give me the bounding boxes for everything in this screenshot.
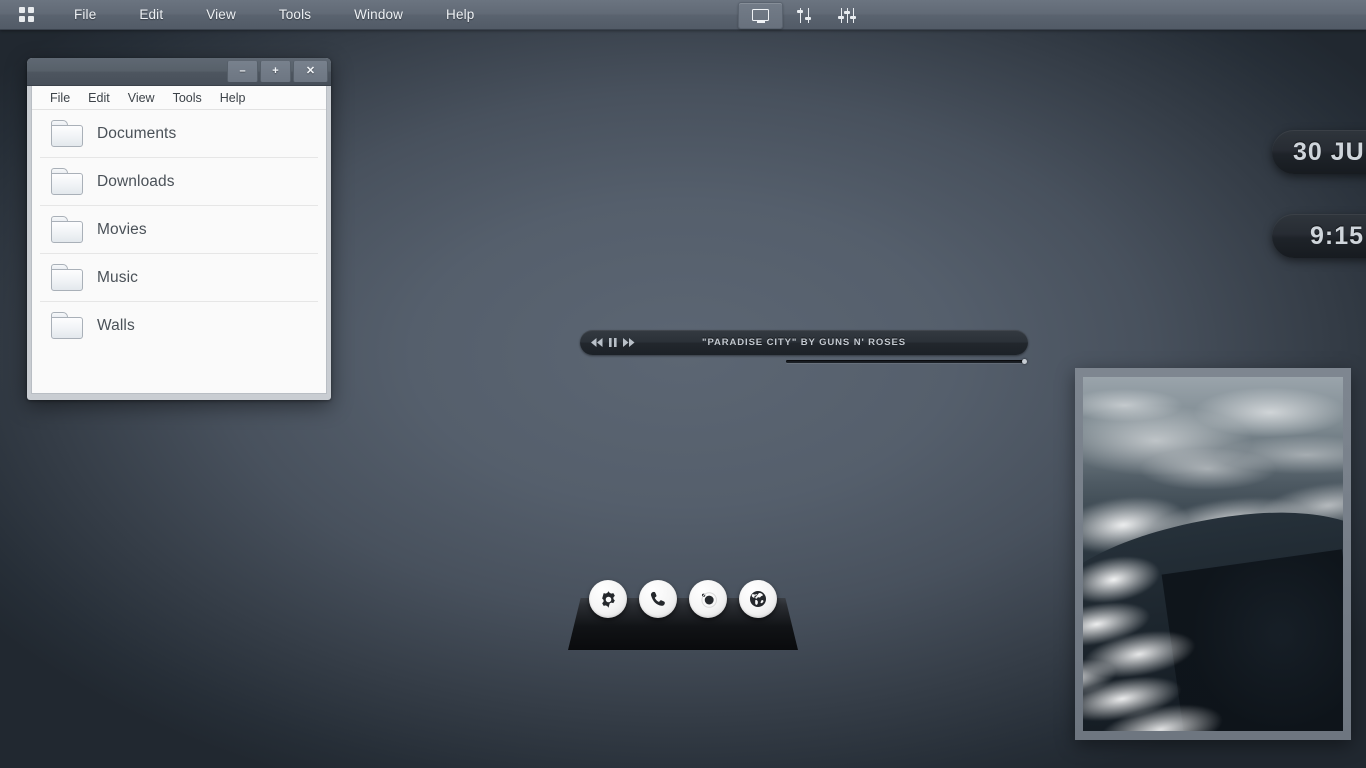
window-controls: – + ✕ — [226, 58, 329, 85]
menubar-item-help[interactable]: Help — [437, 3, 483, 26]
minimize-button[interactable]: – — [227, 61, 258, 82]
globe-icon[interactable] — [739, 580, 777, 618]
window-menu-file[interactable]: File — [42, 89, 78, 107]
window-menu-view[interactable]: View — [120, 89, 163, 107]
ocean-wave-photo — [1083, 377, 1343, 731]
audio-mixer-button[interactable] — [783, 3, 826, 28]
phone-icon[interactable] — [639, 580, 677, 618]
folder-label: Music — [97, 268, 138, 286]
file-manager-window[interactable]: – + ✕ File Edit View Tools Help Document… — [27, 58, 331, 400]
monitor-icon — [752, 8, 769, 23]
menubar-item-view[interactable]: View — [197, 3, 245, 26]
list-item[interactable]: Walls — [40, 302, 318, 349]
window-menu-edit[interactable]: Edit — [80, 89, 118, 107]
music-player-widget: "PARADISE CITY" BY GUNS N' ROSES — [580, 330, 1028, 364]
player-controls — [591, 338, 635, 347]
list-item[interactable]: Movies — [40, 206, 318, 254]
folder-icon — [51, 120, 83, 147]
list-item[interactable]: Downloads — [40, 158, 318, 206]
gear-icon[interactable] — [589, 580, 627, 618]
now-playing-label: "PARADISE CITY" BY GUNS N' ROSES — [702, 337, 906, 348]
menubar-items: File Edit View Tools Window Help — [65, 3, 483, 26]
seek-track — [786, 360, 1027, 363]
sliders-up-icon — [837, 8, 857, 23]
window-body: File Edit View Tools Help Documents Down… — [31, 86, 327, 394]
folder-icon — [51, 168, 83, 195]
grid-cell — [28, 6, 34, 13]
pause-icon[interactable] — [609, 338, 617, 347]
menubar-item-window[interactable]: Window — [345, 3, 412, 26]
folder-label: Movies — [97, 220, 147, 238]
seek-slider[interactable] — [786, 358, 1027, 365]
equalizer-button[interactable] — [826, 3, 869, 28]
folder-label: Downloads — [97, 172, 175, 190]
sliders-down-icon — [796, 8, 814, 23]
maximize-button[interactable]: + — [260, 61, 291, 82]
photo-frame-widget[interactable] — [1075, 368, 1351, 740]
display-toggle-button[interactable] — [738, 2, 783, 29]
list-item[interactable]: Music — [40, 254, 318, 302]
folder-label: Documents — [97, 124, 177, 142]
seek-handle[interactable] — [1022, 359, 1027, 364]
monitor-screen — [752, 8, 769, 21]
folder-list: Documents Downloads Movies Music Walls — [32, 110, 326, 349]
fast-forward-icon[interactable] — [623, 338, 635, 347]
menubar-item-file[interactable]: File — [65, 3, 105, 26]
menubar-tray — [738, 2, 869, 29]
list-item[interactable]: Documents — [40, 110, 318, 158]
folder-icon — [51, 312, 83, 339]
close-button[interactable]: ✕ — [293, 61, 328, 82]
folder-icon — [51, 264, 83, 291]
date-widget[interactable]: 30 JUL — [1272, 130, 1366, 174]
window-titlebar[interactable]: – + ✕ — [27, 58, 331, 86]
grid-cell — [19, 6, 25, 13]
monitor-stand — [756, 20, 765, 23]
grid-cell — [19, 15, 25, 22]
clock-widget[interactable]: 9:15 — [1272, 214, 1366, 258]
date-label: 30 JUL — [1293, 137, 1366, 166]
top-menubar: File Edit View Tools Window Help — [0, 0, 1366, 30]
player-bar: "PARADISE CITY" BY GUNS N' ROSES — [580, 330, 1028, 355]
rewind-icon[interactable] — [591, 338, 603, 347]
window-menubar: File Edit View Tools Help — [32, 86, 326, 110]
menubar-item-tools[interactable]: Tools — [270, 3, 320, 26]
time-label: 9:15 — [1309, 221, 1365, 250]
window-menu-help[interactable]: Help — [212, 89, 254, 107]
folder-icon — [51, 216, 83, 243]
grid-cell — [28, 15, 34, 22]
menubar-item-edit[interactable]: Edit — [130, 3, 172, 26]
dock — [568, 580, 798, 650]
folder-label: Walls — [97, 316, 135, 334]
app-grid-icon[interactable] — [19, 6, 35, 23]
camera-icon[interactable] — [689, 580, 727, 618]
window-menu-tools[interactable]: Tools — [165, 89, 210, 107]
dock-icons — [568, 580, 798, 618]
desktop: File Edit View Tools Window Help – + ✕ F… — [0, 0, 1366, 768]
